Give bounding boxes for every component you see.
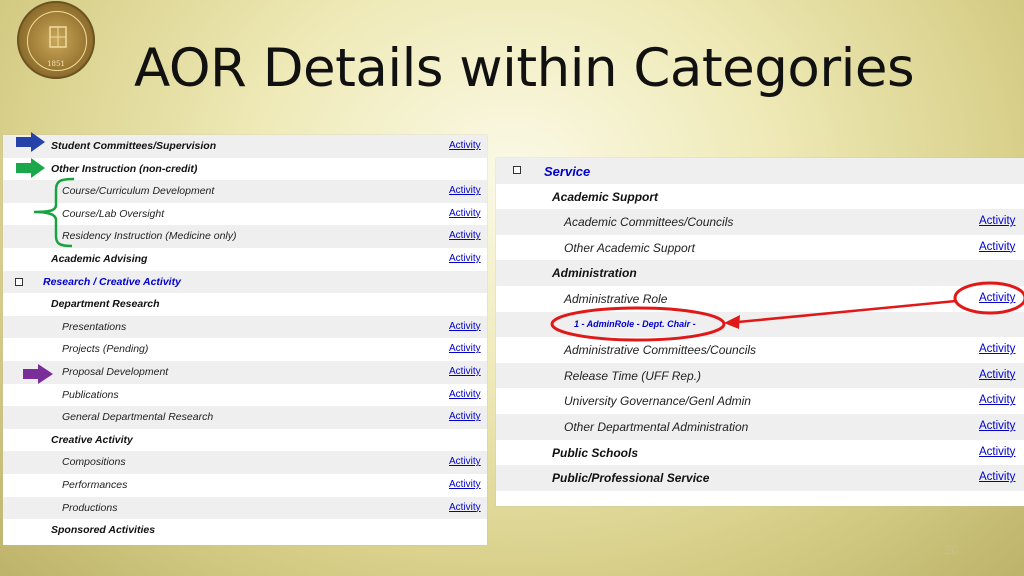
row-label: Student Committees/Supervision <box>51 140 217 152</box>
row-label: Course/Lab Oversight <box>62 207 165 220</box>
activity-link[interactable]: Activity <box>449 366 481 377</box>
row-label: Publications <box>62 388 119 401</box>
row-label: Creative Activity <box>51 433 133 446</box>
row-label: Administration <box>552 266 637 281</box>
right-row-list: Service Academic Support Academic Committe… <box>496 158 1024 491</box>
row-label: Course/Curriculum Development <box>62 185 215 198</box>
left-row-list: Student Committees/Supervision Activity Ot… <box>3 135 487 542</box>
expand-checkbox[interactable] <box>15 277 23 286</box>
activity-link[interactable]: Activity <box>449 208 481 219</box>
row-label: Sponsored Activities <box>51 524 156 537</box>
activity-link[interactable]: Activity <box>979 292 1015 304</box>
row-label: Performances <box>62 478 128 491</box>
admin-role-entry[interactable]: 1 - AdminRole - Dept. Chair - <box>574 319 696 329</box>
row-label: Proposal Development <box>62 365 169 378</box>
activity-link[interactable]: Activity <box>449 411 481 422</box>
left-screenshot-panel: Student Committees/Supervision Activity Ot… <box>3 135 487 545</box>
row-label: Projects (Pending) <box>62 343 149 356</box>
row-label: Administrative Role <box>564 291 668 306</box>
left-table-row: Research / Creative Activity <box>3 270 487 294</box>
activity-link[interactable]: Activity <box>979 215 1015 227</box>
activity-link[interactable]: Activity <box>979 471 1015 483</box>
expand-checkbox[interactable] <box>513 166 521 174</box>
row-label: General Departmental Research <box>62 411 214 424</box>
slide-title: AOR Details within Categories <box>134 38 915 99</box>
right-table-row: Public Schools Activity <box>496 440 1024 466</box>
right-table-row: Release Time (UFF Rep.) Activity <box>496 362 1024 389</box>
activity-link[interactable]: Activity <box>449 389 481 400</box>
activity-link[interactable]: Activity <box>449 230 481 241</box>
activity-link[interactable]: Activity <box>449 479 481 490</box>
right-table-row: Academic Support <box>496 184 1024 210</box>
row-label: University Governance/Genl Admin <box>564 394 751 409</box>
right-table-row: Service <box>496 158 1024 184</box>
university-seal: 1851 <box>17 1 95 79</box>
row-label: Residency Instruction (Medicine only) <box>62 230 237 243</box>
left-table-row: Course/Lab Oversight Activity <box>3 203 487 226</box>
right-table-row: Academic Committees/Councils Activity <box>496 209 1024 235</box>
activity-link[interactable]: Activity <box>449 456 481 467</box>
row-label: Productions <box>62 501 118 514</box>
row-label: Compositions <box>62 456 126 469</box>
left-table-row: Projects (Pending) Activity <box>3 338 487 361</box>
row-label: Academic Support <box>552 189 659 204</box>
left-table-row: Sponsored Activities <box>3 519 487 542</box>
left-table-row: Student Committees/Supervision Activity <box>3 135 487 158</box>
page-number: 20 <box>944 542 959 557</box>
activity-link[interactable]: Activity <box>979 369 1015 381</box>
activity-link[interactable]: Activity <box>979 343 1015 355</box>
category-link[interactable]: Service <box>544 164 590 179</box>
left-table-row: Course/Curriculum Development Activity <box>3 180 487 203</box>
left-table-row: Residency Instruction (Medicine only) Act… <box>3 225 487 248</box>
seal-emblem-icon <box>49 26 67 48</box>
activity-link[interactable]: Activity <box>449 253 481 264</box>
row-label: Public/Professional Service <box>552 471 710 486</box>
left-table-row: Compositions Activity <box>3 451 487 474</box>
activity-link[interactable]: Activity <box>449 185 481 196</box>
right-table-row: University Governance/Genl Admin Activity <box>496 388 1024 414</box>
left-table-row: Productions Activity <box>3 496 487 520</box>
activity-link[interactable]: Activity <box>979 446 1015 458</box>
right-table-row: Other Academic Support Activity <box>496 235 1024 261</box>
activity-link[interactable]: Activity <box>449 321 481 332</box>
right-table-row: Administrative Committees/Councils Activi… <box>496 337 1024 363</box>
row-label: Academic Committees/Councils <box>564 215 734 230</box>
right-table-row: Administrative Role Activity <box>496 286 1024 312</box>
activity-link[interactable]: Activity <box>449 343 481 354</box>
activity-link[interactable]: Activity <box>449 140 481 151</box>
row-label: Other Academic Support <box>564 240 695 255</box>
activity-link[interactable]: Activity <box>979 394 1015 406</box>
right-screenshot-panel: Service Academic Support Academic Committe… <box>496 158 1024 506</box>
seal-year: 1851 <box>47 60 65 68</box>
right-table-row: Public/Professional Service Activity <box>496 465 1024 491</box>
row-label: Department Research <box>51 298 160 311</box>
activity-link[interactable]: Activity <box>979 241 1015 253</box>
left-table-row: Creative Activity <box>3 429 487 452</box>
activity-link[interactable]: Activity <box>979 420 1015 432</box>
row-label: Presentations <box>62 320 127 333</box>
activity-link[interactable]: Activity <box>449 502 481 513</box>
left-table-row: General Departmental Research Activity <box>3 406 487 429</box>
right-table-row: Other Departmental Administration Activit… <box>496 413 1024 440</box>
row-label: Release Time (UFF Rep.) <box>564 368 702 383</box>
left-table-row: Publications Activity <box>3 384 487 407</box>
row-label: Other Departmental Administration <box>564 419 749 434</box>
left-table-row: Other Instruction (non-credit) <box>3 158 487 181</box>
category-link[interactable]: Research / Creative Activity <box>43 276 181 288</box>
right-table-row: 1 - AdminRole - Dept. Chair - <box>496 311 1024 338</box>
row-label: Other Instruction (non-credit) <box>51 162 198 175</box>
row-label: Academic Advising <box>51 252 148 265</box>
left-table-row: Department Research <box>3 293 487 316</box>
right-table-row: Administration <box>496 260 1024 286</box>
left-table-row: Academic Advising Activity <box>3 248 487 271</box>
left-table-row: Performances Activity <box>3 474 487 497</box>
row-label: Administrative Committees/Councils <box>564 343 757 358</box>
left-table-row: Proposal Development Activity <box>3 360 487 384</box>
left-table-row: Presentations Activity <box>3 315 487 339</box>
row-label: Public Schools <box>552 445 639 460</box>
